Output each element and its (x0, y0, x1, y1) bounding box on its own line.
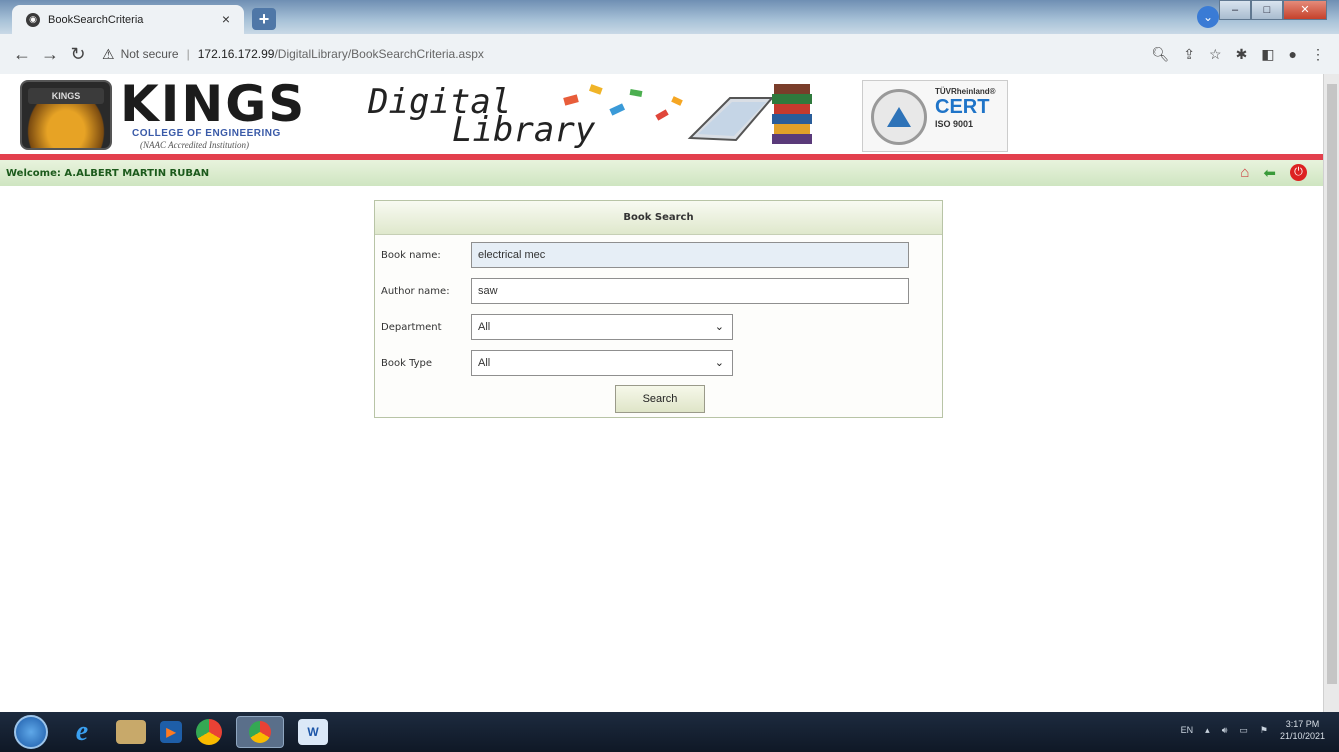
department-label: Department (381, 321, 442, 333)
word-icon[interactable]: W (298, 719, 328, 745)
menu-icon[interactable]: ⋮ (1311, 46, 1325, 63)
url-separator: | (186, 47, 190, 61)
home-icon[interactable]: ⌂ (1240, 164, 1249, 182)
book-name-input[interactable]: electrical mec (471, 242, 909, 268)
chrome-icon[interactable] (196, 719, 222, 745)
address-bar: ← → ↻ ⚠ Not secure | 172.16.172.99/Digit… (0, 34, 1339, 74)
tab-search-icon[interactable]: ⌄ (1197, 6, 1219, 28)
tray-arrow-icon[interactable]: ▴ (1205, 725, 1210, 736)
cert-word: CERT (935, 96, 990, 118)
college-logo: KINGS (20, 80, 112, 150)
book-type-label: Book Type (381, 357, 433, 369)
book-search-panel: Book Search Book name: electrical mec Au… (374, 200, 943, 418)
browser-tab-bar: ◉ BookSearchCriteria × + ⌄ – □ ✕ (0, 0, 1339, 34)
scrollbar-thumb[interactable] (1327, 84, 1337, 684)
minimize-button[interactable]: – (1219, 0, 1251, 20)
clock[interactable]: 3:17 PM 21/10/2021 (1280, 718, 1325, 742)
window-controls: ⌄ – □ ✕ (1197, 0, 1327, 28)
close-tab-icon[interactable]: × (222, 11, 230, 27)
sidepanel-icon[interactable]: ◧ (1261, 46, 1274, 63)
back-icon[interactable]: ← (8, 44, 36, 65)
certification-badge: TÜVRheinland® CERT ISO 9001 (862, 80, 1008, 152)
toolbar-icons: 🔍︎ ⇪ ☆ ✱ ◧ ● ⋮ (1151, 46, 1325, 63)
logo-tag: KINGS (28, 88, 104, 104)
cert-brand: TÜVRheinland® (935, 87, 996, 96)
site-header: KINGS KINGS COLLEGE OF ENGINEERING (NAAC… (0, 74, 1323, 154)
logout-power-icon[interactable]: ⏻ (1290, 164, 1307, 181)
warning-icon: ⚠ (102, 45, 115, 62)
back-arrow-icon[interactable]: ⬅ (1263, 164, 1276, 182)
url-field[interactable]: ⚠ Not secure | 172.16.172.99/DigitalLibr… (102, 46, 484, 63)
network-icon[interactable]: ▭ (1239, 725, 1248, 736)
chevron-down-icon: ⌄ (714, 357, 724, 369)
book-type-row: Book Type All ⌄ (375, 349, 733, 377)
department-value: All (478, 321, 491, 333)
os-taskbar: e ▶ W EN ▴ 🔊︎ ▭ ⚑ 3:17 PM 21/10/2021 (0, 712, 1339, 752)
file-explorer-icon[interactable] (116, 720, 146, 744)
new-tab-button[interactable]: + (252, 8, 276, 30)
department-select[interactable]: All ⌄ (471, 314, 733, 340)
chevron-down-icon: ⌄ (714, 321, 724, 333)
search-button[interactable]: Search (615, 385, 705, 413)
clock-date: 21/10/2021 (1279, 731, 1325, 741)
extensions-icon[interactable]: ✱ (1236, 46, 1248, 63)
browser-tab[interactable]: ◉ BookSearchCriteria × (12, 5, 244, 34)
close-window-button[interactable]: ✕ (1283, 0, 1327, 20)
url-text: 172.16.172.99/DigitalLibrary/BookSearchC… (198, 47, 484, 61)
security-label: Not secure (120, 47, 179, 61)
page-scrollbar[interactable] (1323, 74, 1339, 712)
book-type-value: All (478, 357, 491, 369)
college-subtitle: COLLEGE OF ENGINEERING (132, 128, 281, 139)
author-name-row: Author name: saw (375, 277, 909, 305)
welcome-text: Welcome: A.ALBERT MARTIN RUBAN (6, 167, 210, 179)
author-name-input[interactable]: saw (471, 278, 909, 304)
internet-explorer-icon[interactable]: e (62, 716, 102, 748)
share-icon[interactable]: ⇪ (1183, 46, 1195, 63)
maximize-button[interactable]: □ (1251, 0, 1283, 20)
clock-time: 3:17 PM (1285, 719, 1320, 729)
quick-actions: ⌂ ⬅ ⏻ (1240, 164, 1307, 182)
tab-title: BookSearchCriteria (48, 13, 144, 26)
url-host: 172.16.172.99 (197, 47, 275, 61)
panel-title: Book Search (375, 201, 942, 235)
media-player-icon[interactable]: ▶ (160, 721, 182, 743)
certification-seal-icon (871, 89, 927, 145)
page-content: KINGS KINGS COLLEGE OF ENGINEERING (NAAC… (0, 74, 1323, 712)
book-type-select[interactable]: All ⌄ (471, 350, 733, 376)
books-laptop-illustration (563, 84, 812, 144)
flag-icon[interactable]: ⚑ (1260, 725, 1268, 736)
college-name: KINGS (120, 75, 307, 133)
star-icon[interactable]: ☆ (1209, 46, 1222, 63)
welcome-bar: Welcome: A.ALBERT MARTIN RUBAN ⌂ ⬅ ⏻ (0, 160, 1323, 186)
globe-icon: ◉ (26, 12, 40, 27)
zoom-icon[interactable]: 🔍︎ (1151, 46, 1169, 63)
start-button[interactable] (14, 715, 48, 749)
book-name-row: Book name: electrical mec (375, 241, 909, 269)
forward-icon[interactable]: → (36, 44, 64, 65)
language-indicator[interactable]: EN (1181, 725, 1194, 735)
cert-iso: ISO 9001 (935, 119, 974, 129)
author-name-label: Author name: (381, 285, 450, 297)
department-row: Department All ⌄ (375, 313, 733, 341)
book-name-label: Book name: (381, 249, 441, 261)
reload-icon[interactable]: ↻ (64, 44, 92, 65)
volume-icon[interactable]: 🔊︎ (1222, 725, 1228, 736)
system-tray: EN ▴ 🔊︎ ▭ ⚑ 3:17 PM 21/10/2021 (1181, 718, 1325, 742)
accreditation-text: (NAAC Accredited Institution) (140, 140, 249, 150)
profile-icon[interactable]: ● (1289, 46, 1297, 63)
chrome-active-icon[interactable] (236, 716, 284, 748)
url-path: /DigitalLibrary/BookSearchCriteria.aspx (274, 47, 484, 61)
